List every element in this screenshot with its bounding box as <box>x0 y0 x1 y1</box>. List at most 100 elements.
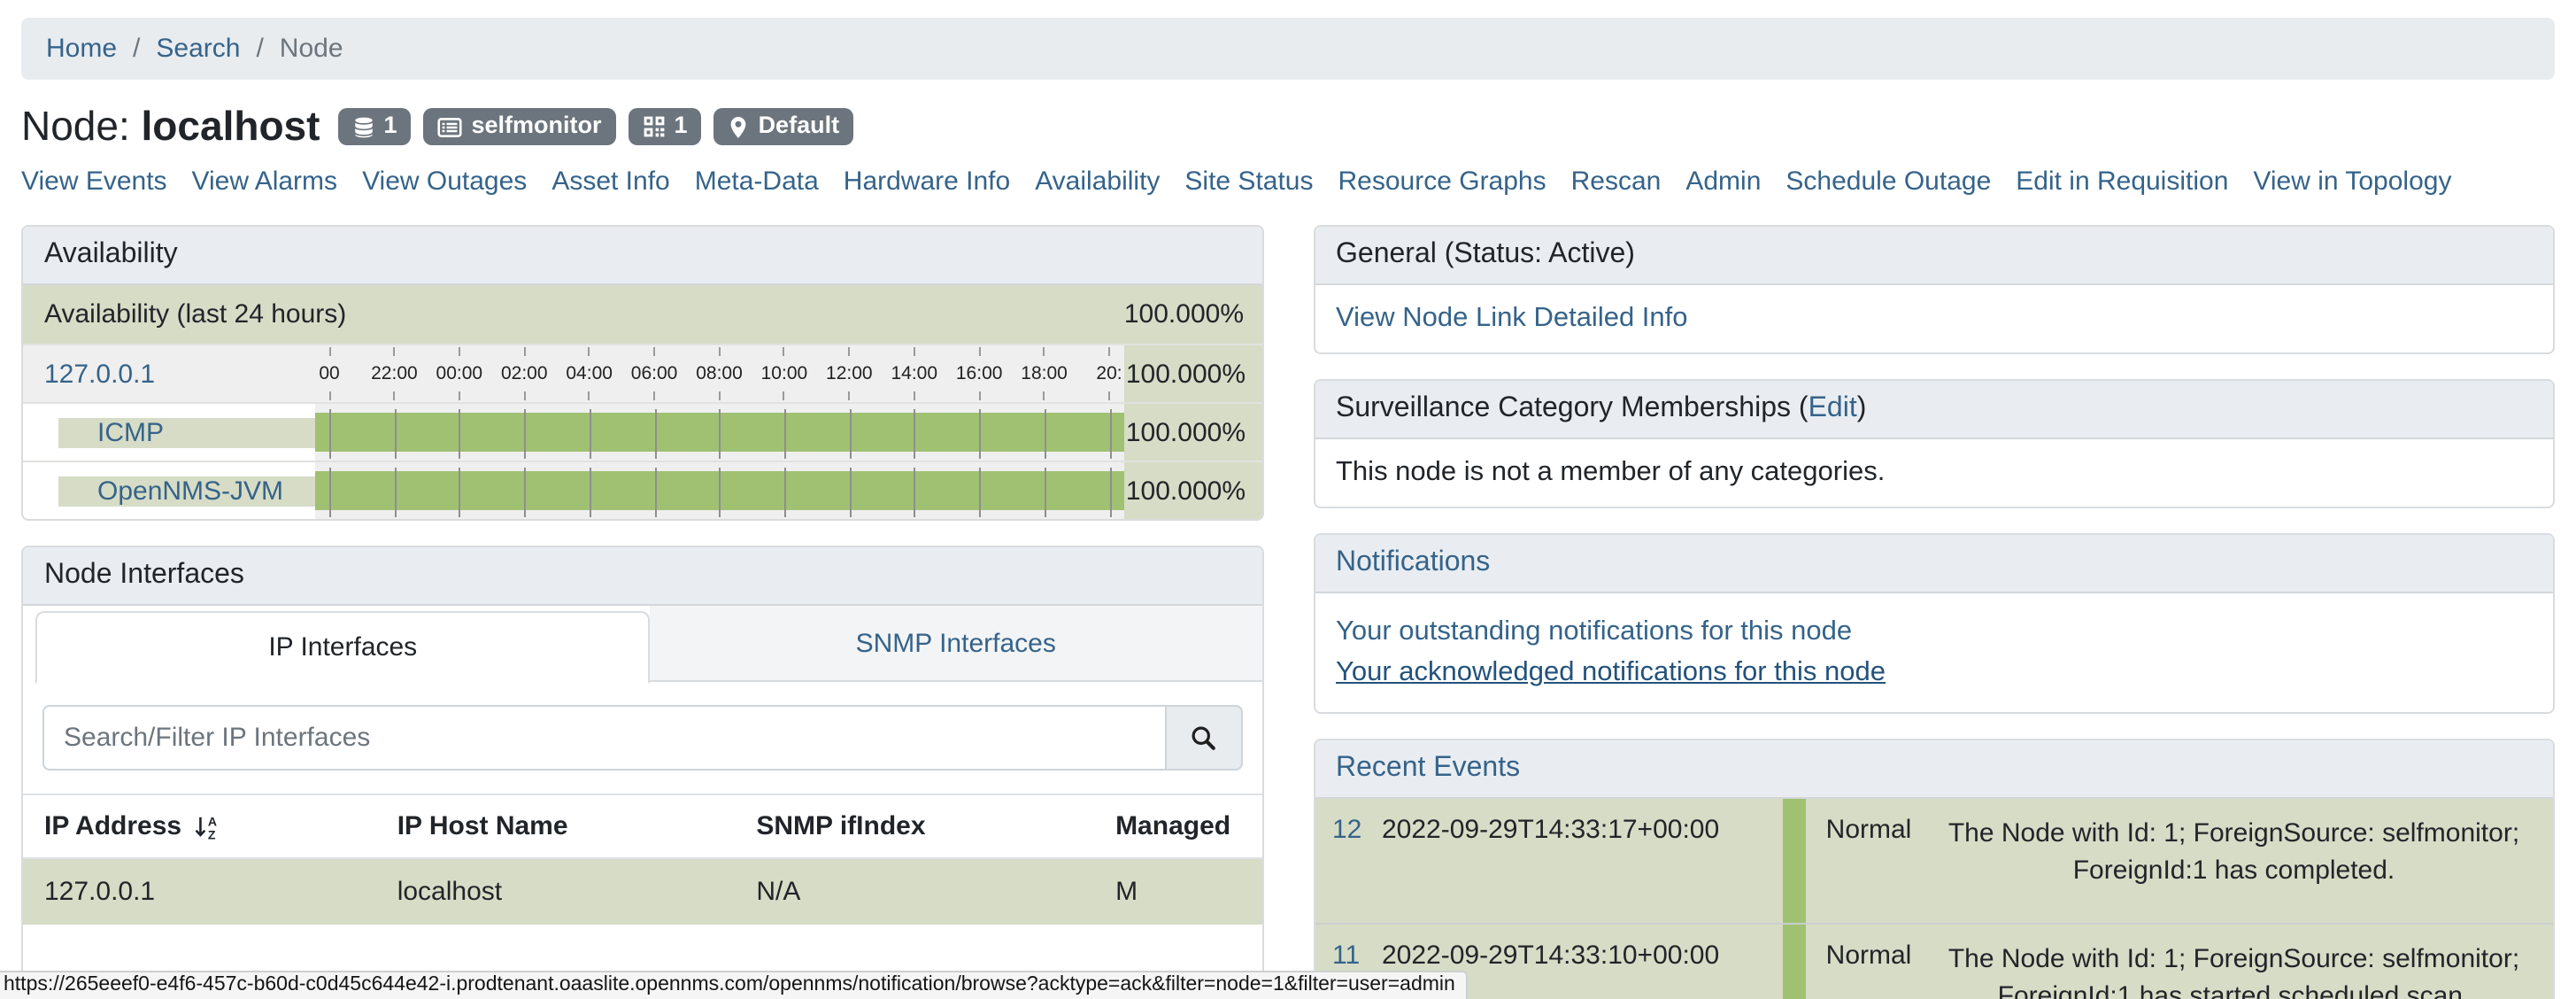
tick-mark <box>459 391 460 400</box>
nav-link-site-status[interactable]: Site Status <box>1184 166 1313 197</box>
service-availability-value: 100.000% <box>1123 404 1261 461</box>
sort-az-icon[interactable]: AZ <box>192 812 219 840</box>
event-severity-stripe <box>1782 924 1805 999</box>
node-badge-1: 1 <box>629 108 702 145</box>
view-node-link-detailed-info-link[interactable]: View Node Link Detailed Info <box>1336 303 1688 333</box>
event-severity-stripe <box>1782 798 1805 922</box>
tick-mark <box>459 347 460 356</box>
database-icon <box>351 114 374 139</box>
nav-link-hardware-info[interactable]: Hardware Info <box>844 166 1010 197</box>
service-label-cell: ICMP <box>23 404 315 461</box>
ip-table-column-managed: Managed <box>1094 794 1261 858</box>
nav-link-rescan[interactable]: Rescan <box>1571 166 1662 197</box>
service-label: OpenNMS-JVM <box>58 476 315 506</box>
ip-table-column-ip-address[interactable]: IP AddressAZ <box>23 794 376 858</box>
nav-link-view-events[interactable]: View Events <box>21 166 167 197</box>
interfaces-tabs: IP Interfaces SNMP Interfaces <box>23 606 1261 682</box>
bar-gridline <box>1045 409 1046 459</box>
surveillance-title-text: Surveillance Category Memberships ( <box>1336 393 1809 423</box>
nav-link-meta-data[interactable]: Meta-Data <box>695 166 819 197</box>
surveillance-edit-link[interactable]: Edit <box>1809 393 1857 423</box>
notification-link-outstanding[interactable]: Your outstanding notifications for this … <box>1336 611 2532 653</box>
nav-link-edit-in-requisition[interactable]: Edit in Requisition <box>2016 166 2228 197</box>
node-badge-default: Default <box>714 108 854 145</box>
tick-mark <box>848 347 850 356</box>
nav-link-view-in-topology[interactable]: View in Topology <box>2253 166 2451 197</box>
service-label: ICMP <box>58 417 315 447</box>
breadcrumb-separator: / <box>133 34 140 64</box>
tick-mark <box>1108 347 1110 356</box>
tick-label: 12:00 <box>826 363 873 384</box>
ip-table-cell: 127.0.0.1 <box>23 858 376 925</box>
ip-table-row[interactable]: 127.0.0.1localhostN/AM <box>23 858 1261 925</box>
tick-mark <box>589 347 590 356</box>
bar-gridline <box>914 409 916 459</box>
tick-label: 06:00 <box>631 363 678 384</box>
bar-gridline <box>654 409 656 459</box>
nav-link-asset-info[interactable]: Asset Info <box>551 166 669 197</box>
interface-address-link[interactable]: 127.0.0.1 <box>44 359 155 389</box>
bar-gridline <box>849 468 851 517</box>
bar-gridline <box>979 409 981 459</box>
availability-time-axis: 0022:0000:0002:0004:0006:0008:0010:0012:… <box>315 345 1123 402</box>
page-title-prefix: Node: <box>21 103 130 149</box>
bar-gridline <box>979 468 981 517</box>
availability-overall-row: Availability (last 24 hours) 100.000% <box>23 285 1261 345</box>
tick-label: 04:00 <box>566 363 613 384</box>
recent-events-panel-header: Recent Events <box>1315 740 2553 798</box>
service-label-cell: OpenNMS-JVM <box>23 462 315 519</box>
right-column: General (Status: Active) View Node Link … <box>1313 225 2555 999</box>
badge-label: Default <box>759 113 840 140</box>
opennms-node-page: Home/Search/Node Node: localhost 1selfmo… <box>0 0 2576 999</box>
bar-gridline <box>394 409 396 459</box>
tick-mark <box>783 347 785 356</box>
column-header-label: IP AddressAZ <box>44 811 219 841</box>
breadcrumb-separator: / <box>256 34 263 64</box>
tick-mark <box>523 391 525 400</box>
notifications-links: Your outstanding notifications for this … <box>1315 593 2553 711</box>
tick-mark <box>914 347 915 356</box>
page-title-node-name: localhost <box>142 103 320 149</box>
bar-gridline <box>1045 468 1046 517</box>
availability-overall-label: Availability (last 24 hours) <box>44 299 346 329</box>
service-link-icmp[interactable]: ICMP <box>97 417 164 447</box>
ip-table-header-row: IP AddressAZIP Host NameSNMP ifIndexMana… <box>23 794 1261 858</box>
recent-events-panel: Recent Events 122022-09-29T14:33:17+00:0… <box>1313 738 2555 999</box>
nav-link-schedule-outage[interactable]: Schedule Outage <box>1785 166 1991 197</box>
surveillance-body-text: This node is not a member of any categor… <box>1315 439 2553 507</box>
bar-gridline <box>590 409 591 459</box>
node-badges: 1selfmonitor1Default <box>337 108 853 145</box>
nav-link-view-outages[interactable]: View Outages <box>362 166 527 197</box>
breadcrumb-item-home[interactable]: Home <box>46 34 117 64</box>
badge-label: 1 <box>675 113 688 140</box>
nav-link-availability[interactable]: Availability <box>1035 166 1160 197</box>
tab-ip-interfaces[interactable]: IP Interfaces <box>35 611 651 684</box>
map-marker-icon <box>729 114 750 139</box>
nav-link-admin[interactable]: Admin <box>1685 166 1761 197</box>
notifications-header-link[interactable]: Notifications <box>1336 547 1490 577</box>
ip-interfaces-table: IP AddressAZIP Host NameSNMP ifIndexMana… <box>23 794 1261 925</box>
breadcrumb-item-search[interactable]: Search <box>156 34 240 64</box>
tick-mark <box>328 347 330 356</box>
recent-events-header-link[interactable]: Recent Events <box>1336 752 1520 782</box>
tick-label: 18:00 <box>1021 363 1068 384</box>
interface-search-input[interactable] <box>42 705 1164 771</box>
surveillance-panel-header: Surveillance Category Memberships (Edit) <box>1315 381 2553 439</box>
tick-mark <box>393 391 395 400</box>
tick-label: 00 <box>319 363 339 384</box>
tick-mark <box>589 391 590 400</box>
tab-snmp-interfaces[interactable]: SNMP Interfaces <box>651 606 1262 682</box>
surveillance-title-suffix: ) <box>1857 393 1867 423</box>
tick-mark <box>523 347 525 356</box>
nav-link-resource-graphs[interactable]: Resource Graphs <box>1338 166 1546 197</box>
interface-search-button[interactable] <box>1164 705 1242 771</box>
nav-link-view-alarms[interactable]: View Alarms <box>192 166 338 197</box>
event-id-link[interactable]: 12 <box>1315 798 1378 922</box>
notification-link-acknowledged[interactable]: Your acknowledged notifications for this… <box>1336 653 2532 694</box>
tab-link-snmp-interfaces[interactable]: SNMP Interfaces <box>856 629 1056 659</box>
service-availability-bar-chart <box>315 404 1123 461</box>
bar-gridline <box>329 468 331 517</box>
interface-availability-value: 100.000% <box>1123 345 1261 402</box>
service-link-opennms-jvm[interactable]: OpenNMS-JVM <box>97 476 283 506</box>
svg-text:Z: Z <box>207 827 215 841</box>
